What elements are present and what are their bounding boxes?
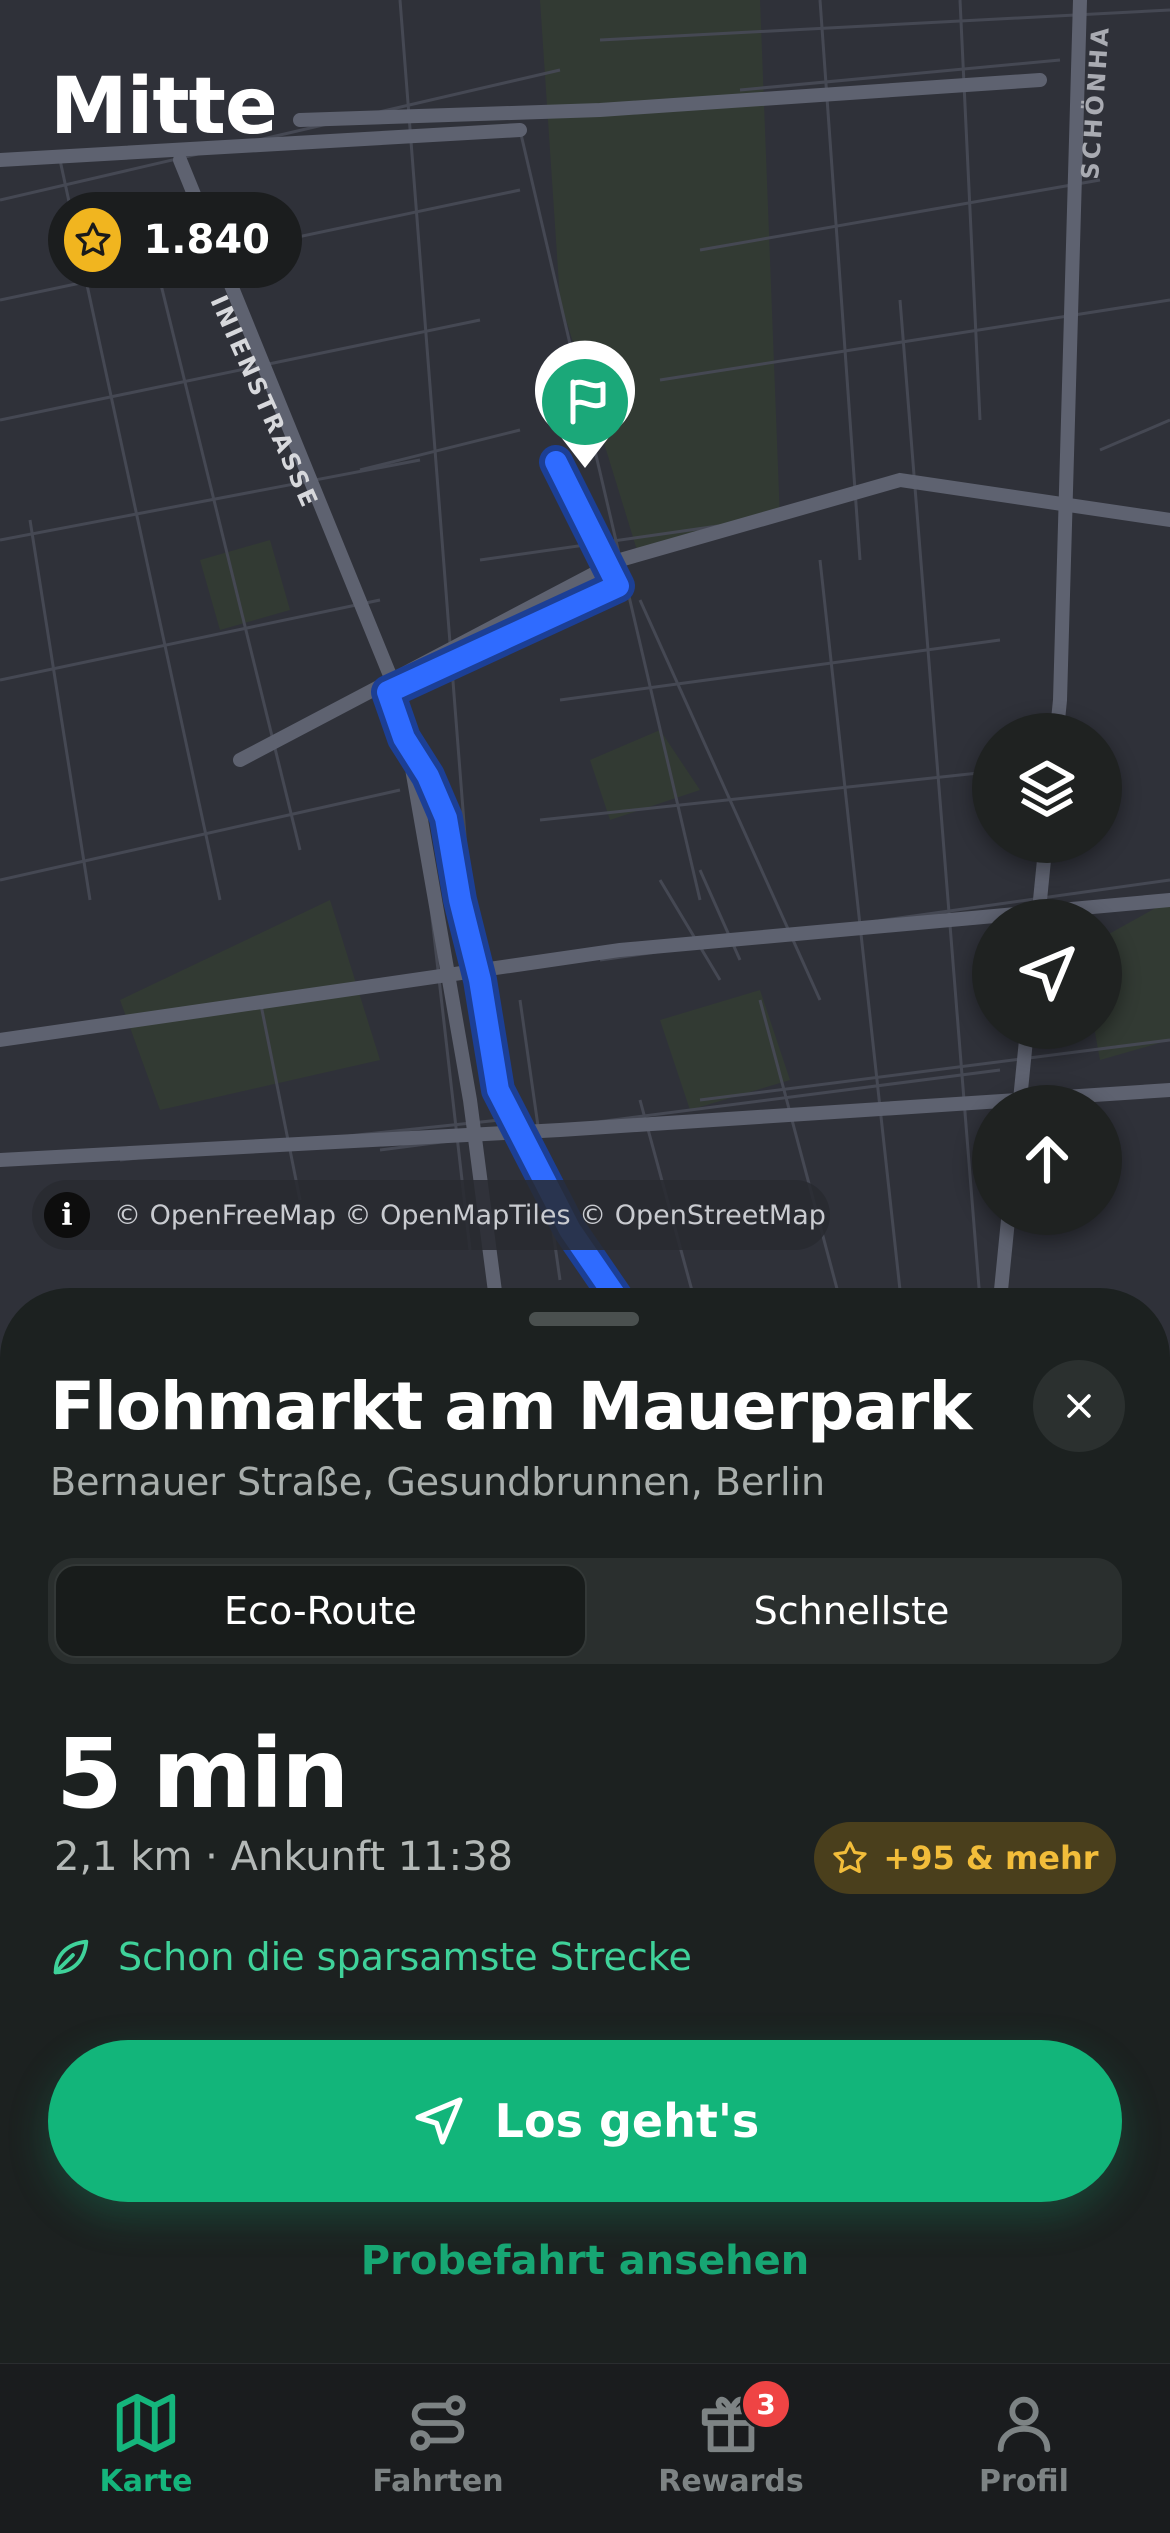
tab-rewards[interactable]: 3 Rewards — [631, 2364, 831, 2533]
trip-duration: 5 min — [56, 1718, 349, 1830]
tab-label: Karte — [99, 2464, 193, 2499]
close-icon — [1067, 1394, 1091, 1418]
destination-name: Flohmarkt am Mauerpark — [50, 1368, 972, 1445]
tab-label: Profil — [979, 2464, 1069, 2499]
eco-hint-text: Schon die sparsamste Strecke — [118, 1935, 692, 1979]
leaf-icon — [53, 1939, 89, 1975]
reward-chip: +95 & mehr — [814, 1822, 1116, 1894]
star-coin-icon — [64, 208, 122, 272]
start-navigation-button[interactable]: Los geht's — [48, 2040, 1122, 2202]
tab-fahrten[interactable]: Fahrten — [338, 2364, 538, 2533]
points-value: 1.840 — [143, 217, 270, 263]
tab-profil[interactable]: Profil — [924, 2364, 1124, 2533]
destination-address: Bernauer Straße, Gesundbrunnen, Berlin — [50, 1460, 826, 1504]
close-button[interactable] — [1033, 1360, 1125, 1452]
north-button[interactable] — [972, 1085, 1122, 1235]
star-icon — [833, 1841, 868, 1874]
start-navigation-label: Los geht's — [494, 2094, 760, 2148]
info-icon[interactable]: i — [44, 1192, 90, 1238]
user-icon — [997, 2396, 1051, 2453]
trip-distance-arrival: 2,1 km · Ankunft 11:38 — [54, 1834, 514, 1880]
tab-label: Rewards — [658, 2464, 804, 2499]
map-icon — [116, 2393, 176, 2453]
route-sheet: Flohmarkt am Mauerpark Bernauer Straße, … — [0, 1288, 1170, 2363]
north-arrow-icon — [1025, 1136, 1069, 1184]
navigate-icon — [415, 2097, 463, 2145]
route-option-eco[interactable]: Eco-Route — [54, 1564, 587, 1658]
notification-badge: 3 — [740, 2378, 792, 2430]
eco-hint: Schon die sparsamste Strecke — [48, 1934, 692, 1980]
attribution-text: © OpenFreeMap © OpenMapTiles © OpenStree… — [114, 1199, 826, 1231]
routes-icon — [410, 2395, 466, 2451]
route-option-fastest[interactable]: Schnellste — [587, 1564, 1116, 1658]
area-title: Mitte — [50, 62, 278, 152]
sheet-handle[interactable] — [529, 1312, 639, 1326]
route-mode-toggle: Eco-Route Schnellste — [48, 1558, 1122, 1664]
reward-text: +95 & mehr — [883, 1839, 1099, 1877]
tab-karte[interactable]: Karte — [46, 2364, 246, 2533]
locate-icon — [1019, 946, 1075, 1002]
layers-button[interactable] — [972, 713, 1122, 863]
tab-label: Fahrten — [372, 2464, 504, 2499]
map-attribution: i © OpenFreeMap © OpenMapTiles © OpenStr… — [32, 1180, 830, 1250]
locate-button[interactable] — [972, 899, 1122, 1049]
layers-icon — [1019, 760, 1075, 817]
preview-drive-link[interactable]: Probefahrt ansehen — [0, 2238, 1170, 2284]
points-pill[interactable]: 1.840 — [48, 192, 302, 288]
tab-bar: Karte Fahrten 3 Rewards Profil — [0, 2363, 1170, 2533]
